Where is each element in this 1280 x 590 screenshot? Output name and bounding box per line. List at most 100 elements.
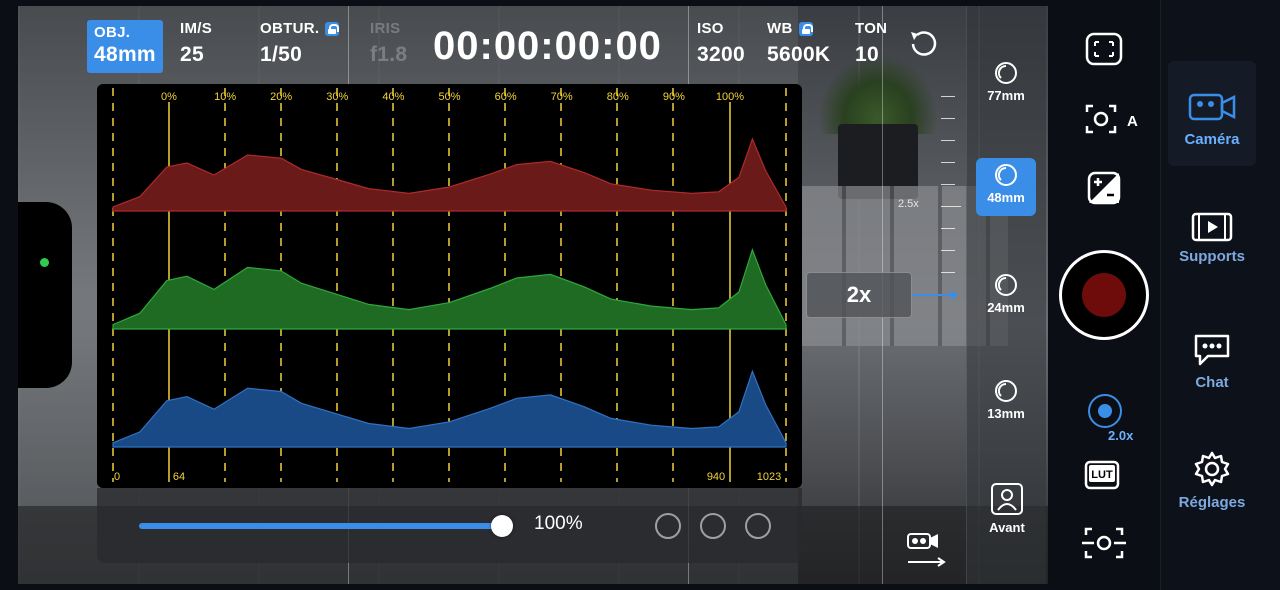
front-camera-button[interactable]: Avant — [982, 482, 1032, 535]
nav-item-camera[interactable]: Caméra — [1168, 61, 1256, 166]
lens-readout-value: 48mm — [94, 43, 156, 66]
wb-readout-label: WB — [767, 20, 793, 37]
opacity-slider-track[interactable] — [139, 523, 503, 529]
auto-focus-icon[interactable]: A — [1083, 102, 1141, 136]
nav-label: Réglages — [1178, 494, 1246, 511]
iris-readout[interactable]: IRIS f1.8 — [370, 20, 407, 67]
lens-readout[interactable]: OBJ. 48mm — [87, 20, 163, 73]
percent-label: 10% — [214, 91, 236, 103]
zoom-knob-label: 2.0x — [1108, 428, 1134, 443]
opacity-slider-knob[interactable] — [491, 515, 513, 537]
percent-label: 80% — [607, 91, 629, 103]
lens-readout-label: OBJ. — [94, 24, 131, 41]
code-label: 940 — [707, 471, 725, 483]
shutter-readout[interactable]: OBTUR. 1/50 — [260, 20, 340, 67]
lens-label: 24mm — [987, 300, 1025, 315]
nav-item-media[interactable]: Supports — [1168, 196, 1256, 301]
code-label: 1023 — [757, 471, 781, 483]
percent-label: 0% — [161, 91, 177, 103]
zoom-tick — [941, 140, 955, 141]
fps-readout[interactable]: IM/S 25 — [180, 20, 212, 67]
zoom-tick — [941, 162, 955, 163]
rgb-histogram: 0% 10% 20% 30% 40% 50% 60% 70% 80% 90% 100% 0 64 940 1… — [97, 84, 802, 488]
page-dot[interactable] — [655, 513, 681, 539]
nav-item-settings[interactable]: Réglages — [1168, 436, 1256, 541]
tint-readout[interactable]: TON 10 — [855, 20, 887, 67]
opacity-slider-value: 100% — [534, 513, 583, 534]
zoom-tick — [941, 250, 955, 251]
lut-icon[interactable]: LUT — [1084, 460, 1120, 490]
status-dot — [40, 258, 49, 267]
top-readout-bar: OBJ. 48mm IM/S 25 OBTUR. 1/50 IRIS f1.8 … — [18, 6, 1048, 78]
wb-readout-value: 5600K — [767, 43, 831, 66]
timecode: 00:00:00:00 — [433, 24, 662, 68]
percent-label: 60% — [495, 91, 517, 103]
percent-label: 90% — [663, 91, 685, 103]
zoom-tick — [941, 272, 955, 273]
fps-readout-value: 25 — [180, 43, 204, 66]
code-label: 0 — [114, 471, 120, 483]
percent-label: 30% — [326, 91, 348, 103]
zoom-knob[interactable] — [1088, 394, 1122, 428]
film-icon — [1191, 212, 1233, 242]
nav-label: Chat — [1195, 374, 1229, 391]
lens-label: 48mm — [987, 190, 1025, 205]
zoom-tick — [941, 206, 961, 207]
zoom-tick — [941, 228, 955, 229]
chat-icon — [1194, 334, 1230, 366]
camera-slider-icon[interactable] — [904, 530, 948, 570]
histogram-controls: 100% — [97, 488, 802, 563]
iris-readout-value: f1.8 — [370, 43, 408, 66]
front-camera-label: Avant — [989, 520, 1025, 535]
lens-icon — [995, 62, 1017, 84]
gear-icon — [1194, 451, 1230, 487]
exposure-icon[interactable] — [1087, 171, 1121, 205]
histogram-canvas: 0% 10% 20% 30% 40% 50% 60% 70% 80% 90% 100% 0 64 940 1… — [112, 88, 787, 483]
nav-item-chat[interactable]: Chat — [1168, 316, 1256, 421]
page-dot[interactable] — [745, 513, 771, 539]
percent-label: 20% — [270, 91, 292, 103]
lens-48mm[interactable]: 48mm — [976, 158, 1036, 216]
iris-readout-label: IRIS — [370, 20, 401, 37]
fps-readout-label: IM/S — [180, 20, 213, 37]
lock-icon — [798, 21, 813, 36]
shutter-readout-value: 1/50 — [260, 43, 303, 66]
stabilizer-icon[interactable] — [1080, 523, 1128, 563]
reset-icon[interactable] — [908, 28, 938, 58]
zoom-scale-label: 2.5x — [898, 198, 919, 210]
percent-label: 50% — [438, 91, 460, 103]
svg-text:A: A — [1127, 113, 1138, 130]
percent-label: 40% — [382, 91, 404, 103]
nav-label: Supports — [1179, 248, 1245, 265]
lens-24mm[interactable]: 24mm — [976, 268, 1036, 326]
zoom-tick — [941, 96, 955, 97]
iso-readout-label: ISO — [697, 20, 724, 37]
video-camera-icon — [1188, 93, 1236, 121]
iso-readout[interactable]: ISO 3200 — [697, 20, 745, 67]
zoom-badge: 2x — [806, 272, 912, 318]
front-camera-icon — [991, 483, 1023, 515]
record-button[interactable] — [1059, 250, 1149, 340]
zoom-tick — [941, 184, 955, 185]
zoom-pointer — [912, 290, 958, 300]
zoom-tick — [941, 118, 955, 119]
lens-icon — [995, 380, 1017, 402]
lens-77mm[interactable]: 77mm — [976, 56, 1036, 114]
lock-icon — [325, 21, 340, 36]
frame-guides-icon[interactable] — [1085, 32, 1123, 66]
nav-label: Caméra — [1184, 131, 1240, 148]
percent-label: 70% — [551, 91, 573, 103]
percent-label: 100% — [716, 91, 744, 103]
tint-readout-value: 10 — [855, 43, 879, 66]
lens-13mm[interactable]: 13mm — [976, 374, 1036, 432]
side-status-pill[interactable] — [18, 202, 72, 388]
lens-label: 77mm — [987, 88, 1025, 103]
lens-icon — [995, 274, 1017, 296]
shutter-readout-label: OBTUR. — [260, 20, 320, 37]
lens-label: 13mm — [987, 406, 1025, 421]
svg-text:LUT: LUT — [1091, 469, 1113, 481]
tint-readout-label: TON — [855, 20, 888, 37]
wb-readout[interactable]: WB 5600K — [767, 20, 830, 67]
page-dot[interactable] — [700, 513, 726, 539]
iso-readout-value: 3200 — [697, 43, 745, 66]
